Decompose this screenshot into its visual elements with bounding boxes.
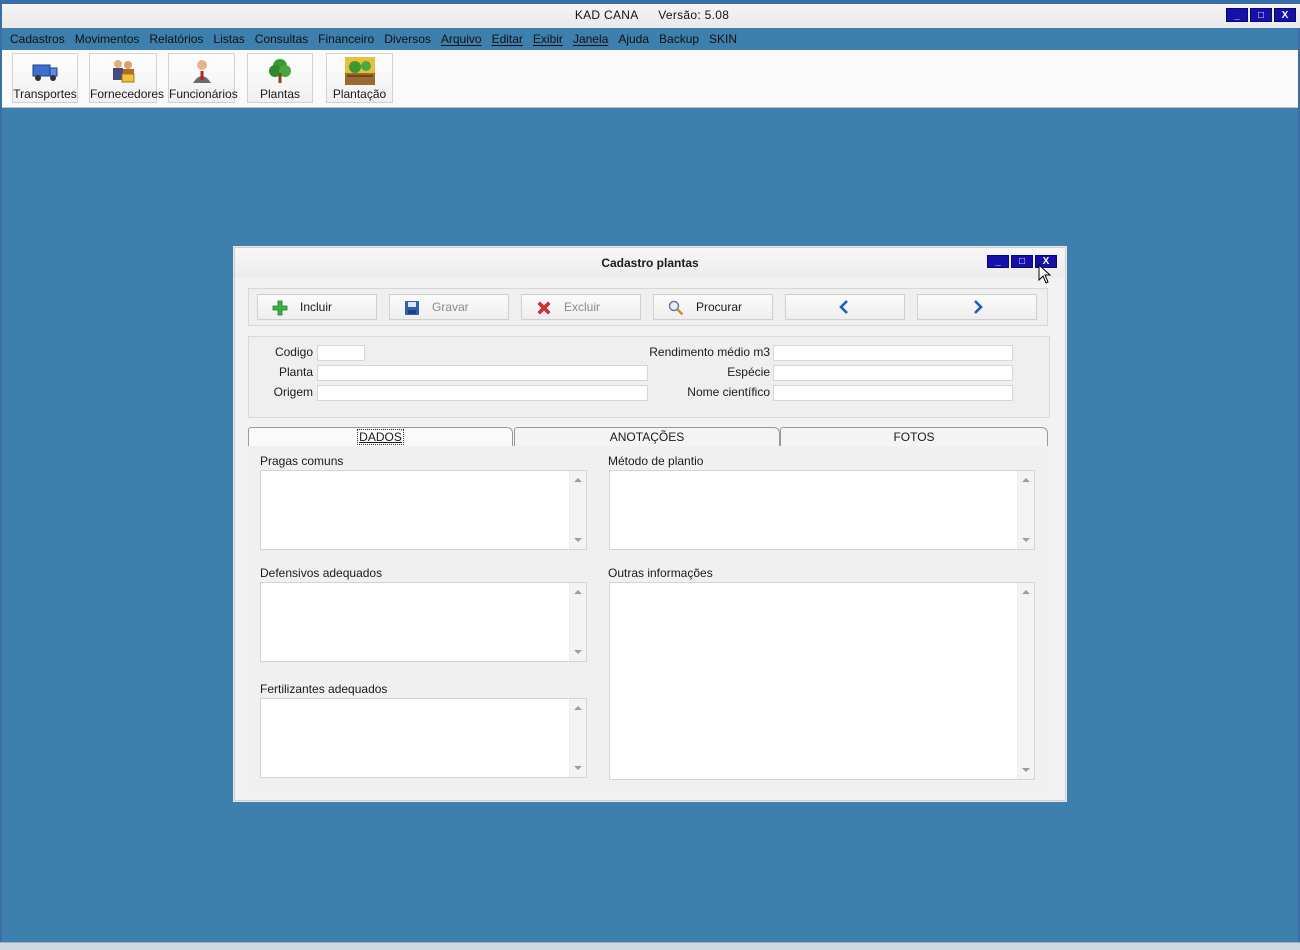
toolbar-label: Fornecedores [90, 87, 165, 101]
menu-financeiro[interactable]: Financeiro [318, 30, 374, 50]
gravar-label: Gravar [432, 300, 469, 314]
maximize-button[interactable]: □ [1250, 8, 1272, 22]
action-bar: Incluir Gravar Excluir Procurar [248, 288, 1048, 326]
menu-exibir[interactable]: Exibir [533, 30, 563, 50]
toolbar-plantas-button[interactable]: Plantas [247, 53, 313, 103]
outras-textarea[interactable] [609, 582, 1035, 780]
cadastro-plantas-dialog: Cadastro plantas _ □ X Incluir Gravar Ex… [234, 247, 1066, 801]
excluir-button[interactable]: Excluir [521, 294, 641, 320]
toolbar-label: Plantação [332, 87, 387, 101]
menu-skin[interactable]: SKIN [709, 30, 737, 50]
nome-cientifico-label: Nome científico [687, 385, 770, 399]
add-icon [272, 300, 288, 316]
scrollbar[interactable] [1017, 471, 1034, 549]
menu-listas[interactable]: Listas [213, 30, 244, 50]
truck-icon [32, 64, 58, 81]
menu-arquivo[interactable]: Arquivo [441, 30, 482, 50]
toolbar-funcionarios-button[interactable]: Funcionários [168, 53, 238, 103]
toolbar-label: Transportes [13, 87, 77, 101]
menu-movimentos[interactable]: Movimentos [75, 30, 140, 50]
tab-dados[interactable]: DADOS [248, 427, 513, 447]
excluir-label: Excluir [564, 300, 601, 314]
employee-icon [192, 60, 211, 83]
app-version: Versão: 5.08 [658, 8, 730, 22]
app-window-controls: _ □ X [1226, 8, 1296, 22]
tab-fotos[interactable]: FOTOS [780, 427, 1048, 447]
pragas-textarea[interactable] [260, 470, 587, 550]
app-name: KAD CANA [574, 8, 639, 22]
origem-label: Origem [273, 385, 313, 399]
incluir-button[interactable]: Incluir [257, 294, 377, 320]
gravar-button[interactable]: Gravar [389, 294, 509, 320]
mouse-cursor-icon [1038, 264, 1052, 284]
rendimento-field[interactable] [773, 345, 1013, 361]
codigo-field[interactable] [317, 345, 365, 361]
tree-icon [269, 59, 291, 83]
toolbar-label: Plantas [259, 87, 301, 101]
scrollbar[interactable] [1017, 583, 1034, 779]
dialog-title: Cadastro plantas [601, 256, 699, 270]
toolbar-label: Funcionários [169, 87, 238, 101]
menu-bar: Cadastros Movimentos Relatórios Listas C… [10, 30, 737, 50]
menu-cadastros[interactable]: Cadastros [10, 30, 65, 50]
menu-backup[interactable]: Backup [659, 30, 699, 50]
suppliers-icon [113, 60, 135, 83]
tab-strip: DADOS ANOTAÇÕES FOTOS [248, 427, 1048, 447]
chevron-left-icon [839, 300, 848, 314]
previous-record-button[interactable] [785, 294, 905, 320]
plantation-icon [344, 57, 375, 85]
save-icon [405, 301, 419, 315]
tab-dados-label: DADOS [357, 429, 404, 445]
toolbar-fornecedores-button[interactable]: Fornecedores [89, 53, 165, 103]
outras-label: Outras informações [608, 566, 713, 580]
metodo-textarea[interactable] [609, 470, 1035, 550]
planta-field[interactable] [317, 365, 648, 381]
fertilizantes-label: Fertilizantes adequados [260, 682, 388, 696]
codigo-label: Codigo [274, 345, 313, 359]
toolbar: Transportes Fornecedores Funcionários Pl… [2, 50, 1298, 108]
tab-dados-panel: Pragas comuns Método de plantio Defensiv… [248, 446, 1048, 794]
rendimento-label: Rendimento médio m3 [649, 345, 770, 359]
menu-diversos[interactable]: Diversos [384, 30, 431, 50]
fertilizantes-textarea[interactable] [260, 698, 587, 778]
pragas-label: Pragas comuns [260, 454, 344, 468]
procurar-label: Procurar [696, 300, 743, 314]
metodo-label: Método de plantio [608, 454, 704, 468]
procurar-button[interactable]: Procurar [653, 294, 773, 320]
especie-field[interactable] [773, 365, 1013, 381]
defensivos-textarea[interactable] [260, 582, 587, 662]
nome-cientifico-field[interactable] [773, 385, 1013, 401]
status-bar [0, 942, 1300, 950]
menu-consultas[interactable]: Consultas [255, 30, 308, 50]
scrollbar[interactable] [569, 583, 586, 661]
menu-janela[interactable]: Janela [573, 30, 608, 50]
scrollbar[interactable] [569, 699, 586, 777]
toolbar-transportes-button[interactable]: Transportes [12, 53, 78, 103]
planta-label: Planta [278, 365, 313, 379]
toolbar-plantacao-button[interactable]: Plantação [326, 53, 393, 103]
close-button[interactable]: X [1274, 8, 1296, 22]
search-icon [668, 300, 684, 316]
origem-field[interactable] [317, 385, 648, 401]
menu-relatorios[interactable]: Relatórios [149, 30, 203, 50]
app-titlebar: KAD CANA Versão: 5.08 _ □ X [2, 0, 1300, 28]
chevron-right-icon [974, 300, 983, 314]
incluir-label: Incluir [300, 300, 333, 314]
fields-panel: Codigo Planta Origem Rendimento médio m3… [248, 336, 1050, 418]
defensivos-label: Defensivos adequados [260, 566, 383, 580]
delete-icon [537, 301, 551, 315]
menu-editar[interactable]: Editar [492, 30, 523, 50]
next-record-button[interactable] [917, 294, 1037, 320]
tab-anotacoes-label: ANOTAÇÕES [609, 430, 685, 444]
especie-label: Espécie [727, 365, 770, 379]
app-title: KAD CANA Versão: 5.08 [2, 8, 1300, 22]
tab-anotacoes[interactable]: ANOTAÇÕES [514, 427, 780, 447]
dialog-maximize-button[interactable]: □ [1011, 255, 1033, 268]
scrollbar[interactable] [569, 471, 586, 549]
tab-fotos-label: FOTOS [893, 430, 935, 444]
dialog-minimize-button[interactable]: _ [987, 255, 1009, 268]
minimize-button[interactable]: _ [1226, 8, 1248, 22]
menu-ajuda[interactable]: Ajuda [618, 30, 649, 50]
dialog-titlebar[interactable]: Cadastro plantas _ □ X [235, 248, 1065, 278]
